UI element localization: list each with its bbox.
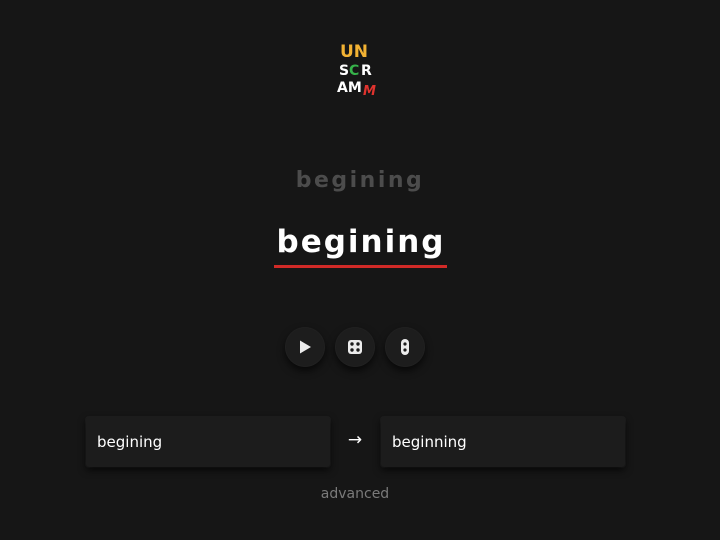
main-word: begining [273, 227, 447, 268]
target-word-input[interactable] [392, 433, 614, 451]
logo-line-3-b: M [363, 84, 376, 99]
source-word-field [86, 417, 330, 467]
logo-line-2-b: C [349, 63, 360, 79]
shuffle-button[interactable] [335, 327, 375, 367]
arrow-right-icon: → [347, 430, 363, 450]
traffic-light-icon [401, 339, 409, 355]
dice-icon [348, 340, 362, 354]
page: UN S C R AM M begining begining begining… [0, 0, 720, 540]
controls [285, 327, 435, 367]
logo-line-2-c: R [361, 63, 372, 79]
target-word-field [381, 417, 625, 467]
source-word-input[interactable] [97, 433, 319, 451]
settings-toggle-button[interactable] [385, 327, 425, 367]
play-icon [300, 340, 311, 354]
logo-line-2-a: S [339, 63, 350, 79]
advanced-link[interactable]: advanced [0, 486, 710, 502]
logo-line-3-a: AM [337, 80, 362, 96]
main-word-container: begining [0, 227, 720, 268]
logo-line-1: UN [340, 42, 369, 62]
play-button[interactable] [285, 327, 325, 367]
logo: UN S C R AM M [336, 43, 378, 99]
ghost-word: begining [295, 168, 425, 193]
